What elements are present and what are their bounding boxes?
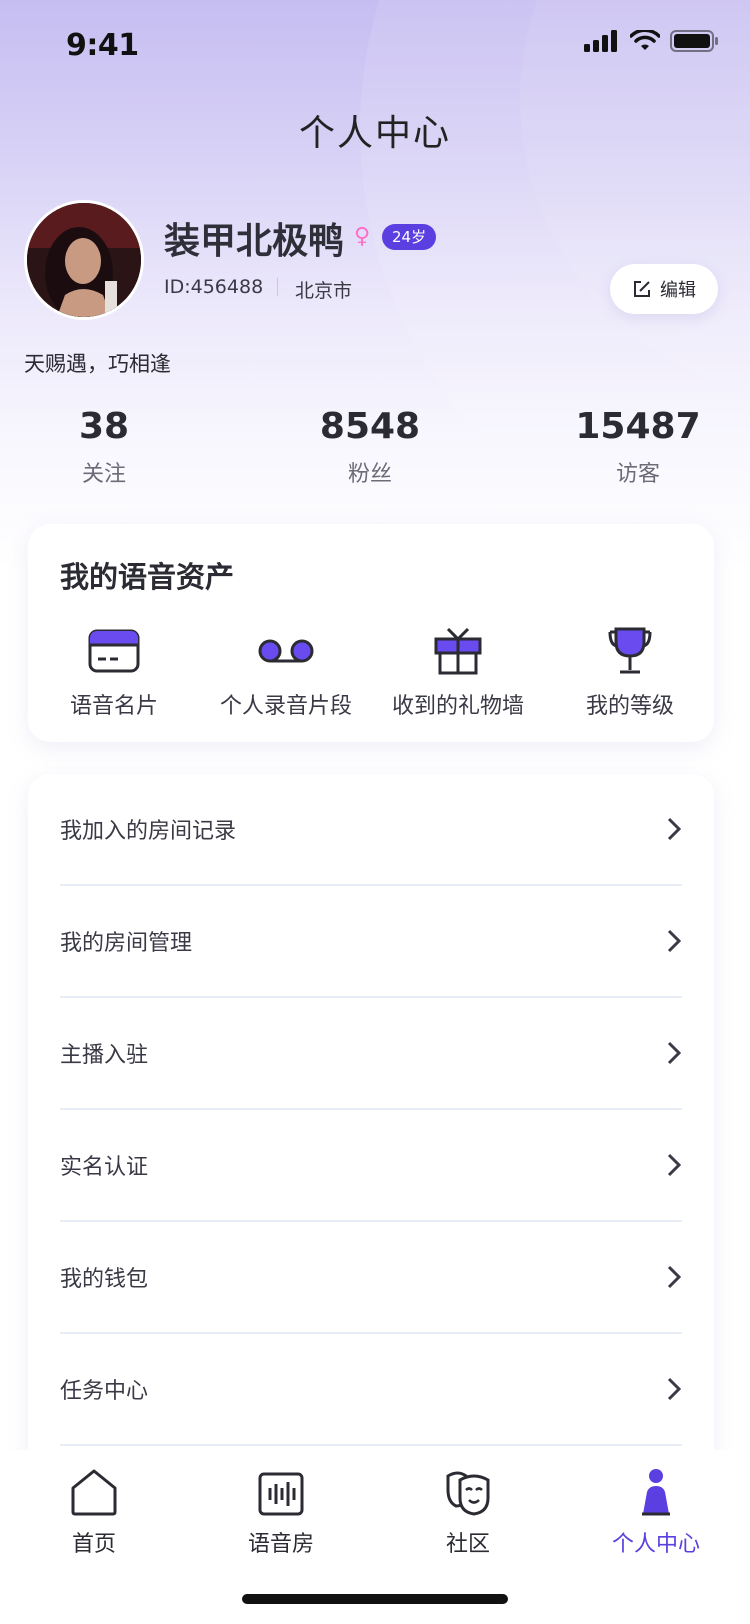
tab-label: 语音房 xyxy=(247,1532,314,1557)
chevron-right-icon xyxy=(667,1041,682,1065)
asset-voice-card[interactable]: 语音名片 xyxy=(28,624,200,720)
stat-label: 访客 xyxy=(615,462,660,487)
home-icon xyxy=(71,1469,117,1516)
menu-label: 主播入驻 xyxy=(60,1043,149,1068)
voicemail-icon xyxy=(258,639,314,663)
tab-voice-room[interactable]: 语音房 xyxy=(221,1464,341,1558)
page-title: 个人中心 xyxy=(298,113,451,154)
avatar[interactable] xyxy=(24,200,144,320)
status-time: 9:41 xyxy=(66,28,139,63)
voice-card-icon xyxy=(88,629,140,673)
menu-item-real-name-auth[interactable]: 实名认证 xyxy=(60,1110,682,1222)
home-indicator xyxy=(242,1594,508,1604)
female-icon: ♀ xyxy=(354,224,371,249)
stat-label: 粉丝 xyxy=(347,462,392,487)
asset-gift-wall[interactable]: 收到的礼物墙 xyxy=(372,624,544,720)
voice-assets-card: 我的语音资产 语音名片 个人录音片段 收到的礼物墙 我的等级 xyxy=(28,524,714,742)
menu-item-room-history[interactable]: 我加入的房间记录 xyxy=(60,774,682,886)
stat-following[interactable]: 38 关注 xyxy=(4,404,204,488)
chevron-right-icon xyxy=(667,817,682,841)
chevron-right-icon xyxy=(667,929,682,953)
stat-visitors[interactable]: 15487 访客 xyxy=(538,404,738,488)
meta-divider xyxy=(277,278,278,296)
tab-community[interactable]: 社区 xyxy=(408,1464,528,1558)
stats-row: 38 关注 8548 粉丝 15487 访客 xyxy=(0,404,750,494)
menu-item-room-management[interactable]: 我的房间管理 xyxy=(60,886,682,998)
chevron-right-icon xyxy=(667,1377,682,1401)
assets-title: 我的语音资产 xyxy=(60,560,235,594)
wifi-icon xyxy=(630,30,660,50)
asset-label: 收到的礼物墙 xyxy=(391,694,524,719)
tab-label: 个人中心 xyxy=(611,1532,700,1557)
asset-label: 语音名片 xyxy=(69,694,158,719)
menu-item-wallet[interactable]: 我的钱包 xyxy=(60,1222,682,1334)
chevron-right-icon xyxy=(667,1265,682,1289)
menu-card: 我加入的房间记录 我的房间管理 主播入驻 实名认证 我的钱包 任务中心 xyxy=(28,774,714,1474)
tab-home[interactable]: 首页 xyxy=(34,1464,154,1558)
trophy-icon xyxy=(608,627,652,674)
user-city: 北京市 xyxy=(295,280,353,302)
edit-button[interactable]: 编辑 xyxy=(610,264,718,314)
stat-value: 38 xyxy=(78,406,130,447)
signal-icon xyxy=(584,30,617,52)
battery-icon xyxy=(670,30,718,52)
menu-item-anchor-signup[interactable]: 主播入驻 xyxy=(60,998,682,1110)
chevron-right-icon xyxy=(667,1153,682,1177)
asset-label: 个人录音片段 xyxy=(219,694,352,719)
stat-fans[interactable]: 8548 粉丝 xyxy=(270,404,470,488)
status-icons xyxy=(584,30,718,52)
age-badge: 24岁 xyxy=(382,224,437,250)
menu-label: 我加入的房间记录 xyxy=(60,819,237,844)
tab-profile[interactable]: 个人中心 xyxy=(596,1464,716,1558)
stat-value: 15487 xyxy=(575,406,701,447)
menu-label: 我的钱包 xyxy=(60,1267,149,1292)
user-name: 装甲北极鸭 xyxy=(164,221,345,262)
asset-voice-clips[interactable]: 个人录音片段 xyxy=(200,624,372,720)
asset-label: 我的等级 xyxy=(585,694,674,719)
menu-label: 实名认证 xyxy=(60,1155,149,1180)
menu-label: 任务中心 xyxy=(60,1379,149,1404)
gift-icon xyxy=(434,627,482,675)
stat-value: 8548 xyxy=(319,406,421,447)
tab-label: 社区 xyxy=(445,1532,490,1557)
voice-room-icon xyxy=(258,1472,304,1516)
community-mask-icon xyxy=(446,1471,490,1516)
signature: 天赐遇，巧相逢 xyxy=(24,352,171,376)
edit-icon xyxy=(634,281,650,297)
stat-label: 关注 xyxy=(81,462,126,487)
edit-label: 编辑 xyxy=(660,280,696,301)
user-id: ID:456488 xyxy=(164,276,264,298)
tab-label: 首页 xyxy=(71,1532,116,1557)
menu-label: 我的房间管理 xyxy=(60,931,193,956)
profile-icon xyxy=(642,1469,670,1516)
menu-item-task-center[interactable]: 任务中心 xyxy=(60,1334,682,1446)
asset-my-level[interactable]: 我的等级 xyxy=(544,624,716,720)
